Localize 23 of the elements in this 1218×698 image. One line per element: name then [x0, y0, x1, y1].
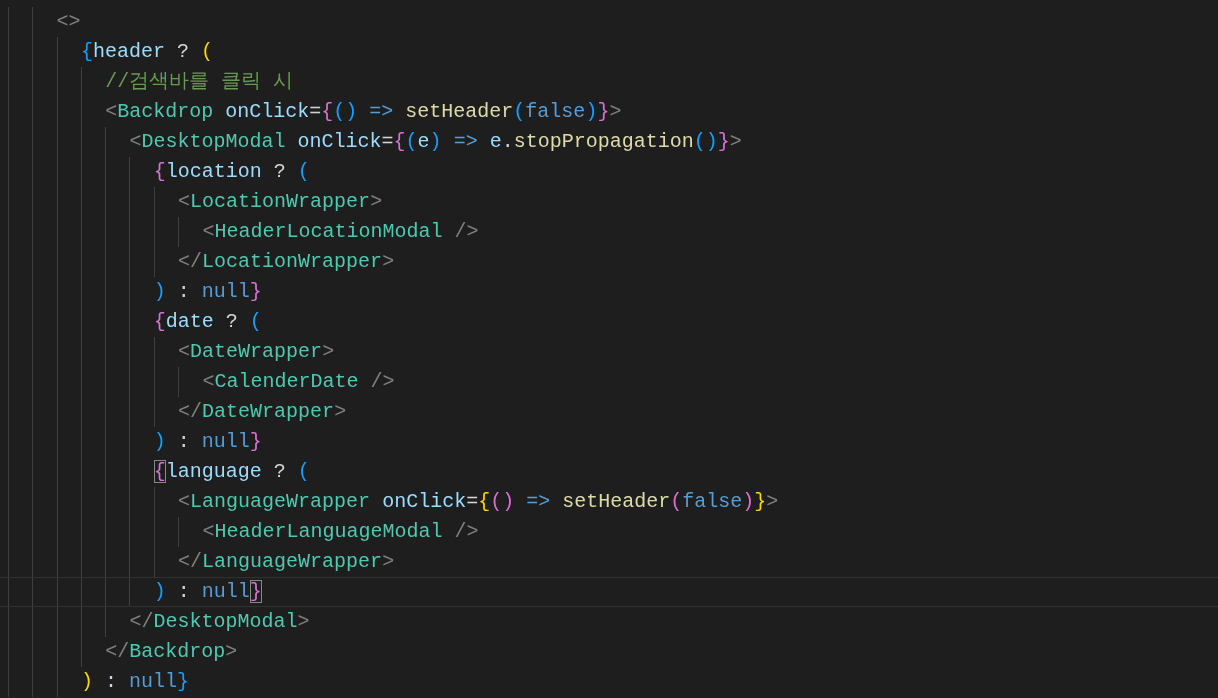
code-line: ) : null}	[153, 279, 262, 305]
code-line: {date ? (	[153, 309, 262, 335]
code-line: <DateWrapper>	[178, 339, 335, 365]
code-line: <DesktopModal onClick={(e) => e.stopPropagation()}>	[129, 129, 742, 155]
code-line: ) : null}	[80, 669, 189, 695]
code-line: <LocationWrapper>	[178, 189, 383, 215]
code-line: ) : null}	[153, 429, 262, 455]
code-line: {header ? (	[80, 39, 213, 65]
code-line: {language ? (	[153, 459, 310, 485]
code-line: <CalenderDate />	[202, 369, 395, 395]
code-line: </DateWrapper>	[178, 399, 347, 425]
code-line: //검색바를 클릭 시	[105, 69, 294, 95]
code-line: </LanguageWrapper>	[178, 549, 395, 575]
code-line: </DesktopModal>	[129, 609, 310, 635]
code-line: <Backdrop onClick={() => setHeader(false)}>	[105, 99, 622, 125]
code-line: <>	[56, 9, 81, 35]
code-line: <HeaderLocationModal />	[202, 219, 479, 245]
code-line: </Backdrop>	[105, 639, 238, 665]
code-line: ) : null}	[153, 579, 262, 605]
code-line: <HeaderLanguageModal />	[202, 519, 479, 545]
code-line: <LanguageWrapper onClick={() => setHeader(false)}>	[178, 489, 779, 515]
code-line: </LocationWrapper>	[178, 249, 395, 275]
code-line: {location ? (	[153, 159, 310, 185]
